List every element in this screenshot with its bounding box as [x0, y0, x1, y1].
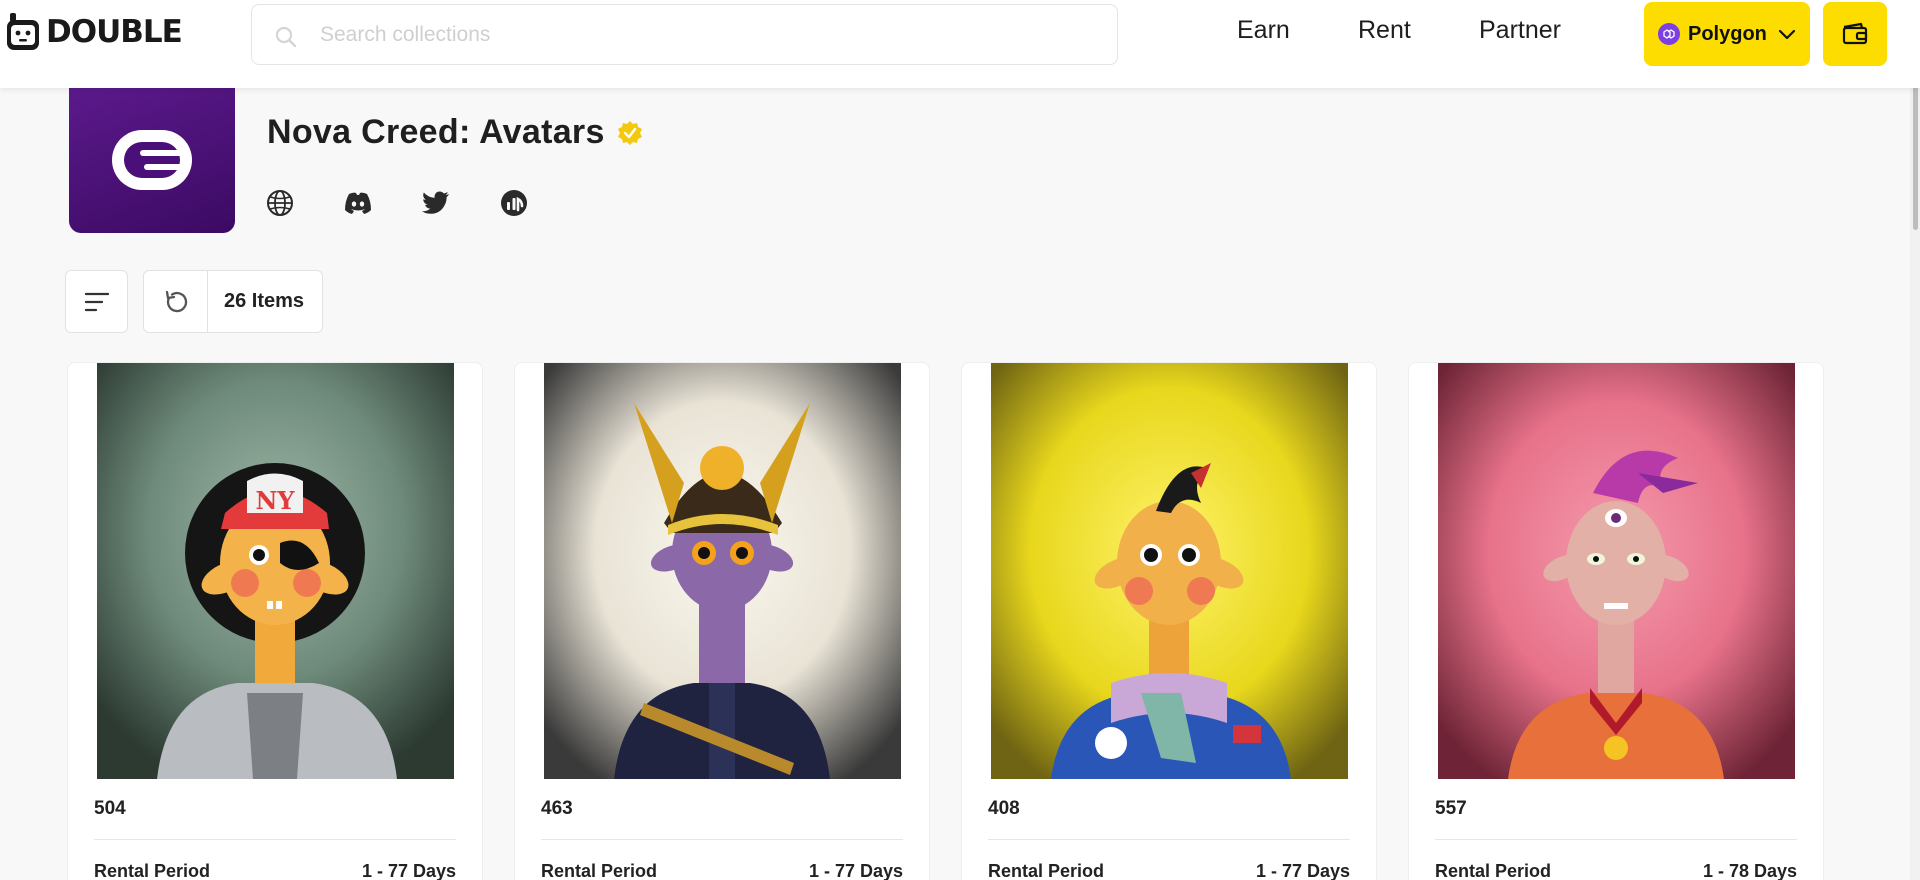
- search-input[interactable]: [320, 5, 1100, 64]
- svg-text:NY: NY: [255, 486, 295, 515]
- wallet-icon: [1842, 22, 1868, 45]
- rental-period-value: 1 - 77 Days: [808, 861, 903, 880]
- nav-rent[interactable]: Rent: [1358, 16, 1411, 45]
- rental-period-label: Rental Period: [94, 861, 211, 880]
- nft-image: [991, 363, 1348, 779]
- nft-card-504[interactable]: NY 504 Rental Period 1 - 77 Days: [67, 362, 483, 880]
- rental-period-value: 1 - 78 Days: [1702, 861, 1797, 880]
- rental-period-value: 1 - 77 Days: [1255, 861, 1350, 880]
- wallet-button[interactable]: [1823, 2, 1887, 66]
- avatar-art-408: [991, 363, 1348, 779]
- stats-icon: [501, 190, 527, 216]
- network-label: Polygon: [1688, 22, 1767, 45]
- chevron-down-icon: [1778, 29, 1795, 40]
- nav-partner[interactable]: Partner: [1479, 16, 1561, 45]
- avatar-art-557: [1438, 363, 1795, 779]
- rental-period-label: Rental Period: [1435, 861, 1552, 880]
- twitter-icon: [422, 191, 449, 214]
- stats-link[interactable]: [499, 188, 529, 218]
- nft-image: [1438, 363, 1795, 779]
- item-count: 26 Items: [224, 290, 305, 312]
- avatar-art-463: [544, 363, 901, 779]
- search-bar[interactable]: [251, 4, 1118, 65]
- nav-earn[interactable]: Earn: [1237, 16, 1290, 45]
- card-divider: [1435, 839, 1797, 840]
- collection-title-row: Nova Creed: Avatars: [267, 113, 643, 152]
- search-icon: [275, 26, 297, 48]
- nft-id: 408: [988, 798, 1020, 819]
- nft-id: 557: [1435, 798, 1467, 819]
- website-link[interactable]: [265, 188, 295, 218]
- rental-period-value: 1 - 77 Days: [361, 861, 456, 880]
- network-selector-button[interactable]: Polygon: [1644, 2, 1810, 66]
- logo-text: DOUBLE: [46, 14, 183, 50]
- nft-id: 463: [541, 798, 573, 819]
- collection-logo: [69, 86, 235, 233]
- nft-card-463[interactable]: 463 Rental Period 1 - 77 Days: [514, 362, 930, 880]
- globe-icon: [267, 190, 293, 216]
- nft-card-557[interactable]: 557 Rental Period 1 - 78 Days: [1408, 362, 1824, 880]
- nft-card-408[interactable]: 408 Rental Period 1 - 77 Days: [961, 362, 1377, 880]
- double-logo[interactable]: DOUBLE: [4, 10, 183, 54]
- nft-image: NY: [97, 363, 454, 779]
- card-divider: [541, 839, 903, 840]
- rental-period-label: Rental Period: [541, 861, 658, 880]
- refresh-count-group: 26 Items: [143, 270, 323, 333]
- filter-button[interactable]: [65, 270, 128, 333]
- rental-period-label: Rental Period: [988, 861, 1105, 880]
- verified-badge-icon: [617, 120, 642, 145]
- card-divider: [94, 839, 456, 840]
- collection-title: Nova Creed: Avatars: [267, 113, 605, 151]
- discord-icon: [345, 192, 371, 214]
- refresh-button[interactable]: [144, 271, 208, 332]
- top-navbar: DOUBLE Earn Rent Partner Polygon: [0, 0, 1920, 88]
- avatar-art-504: NY: [97, 363, 454, 779]
- polygon-icon: [1658, 23, 1680, 45]
- refresh-icon: [165, 290, 187, 312]
- filter-lines-icon: [84, 292, 109, 311]
- nft-id: 504: [94, 798, 126, 819]
- discord-link[interactable]: [343, 188, 373, 218]
- twitter-link[interactable]: [421, 188, 451, 218]
- nft-image: [544, 363, 901, 779]
- card-divider: [988, 839, 1350, 840]
- logo-mascot-icon: [7, 13, 39, 50]
- nova-creed-logo-icon: [112, 129, 192, 190]
